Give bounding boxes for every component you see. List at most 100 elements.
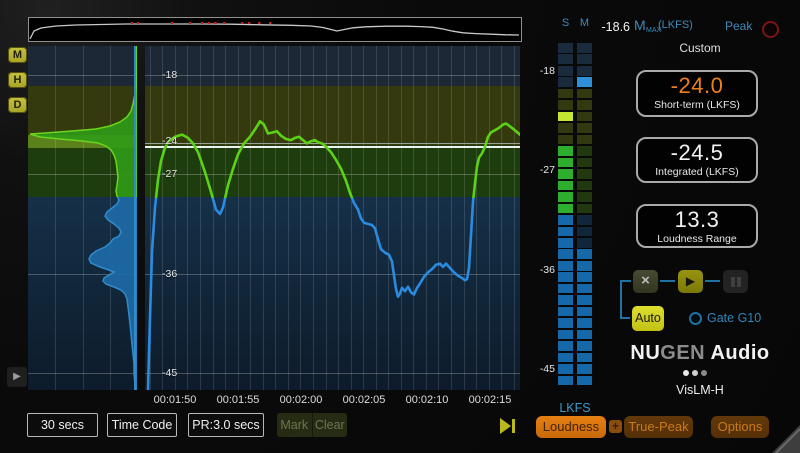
meter-segment	[558, 353, 573, 363]
meter-segment	[558, 376, 573, 386]
meter-segment	[558, 158, 573, 168]
tab-options[interactable]: Options	[711, 416, 769, 438]
over-target-marker	[269, 22, 271, 24]
meter-segment	[577, 318, 592, 328]
over-target-marker	[241, 22, 243, 24]
meter-segment	[577, 307, 592, 317]
integrated-value: -24.5	[638, 140, 756, 166]
momentary-max-symbol: M	[634, 17, 646, 33]
meter-scale-label: -18	[525, 65, 555, 77]
gate-radio[interactable]	[689, 312, 702, 325]
momentary-max-unit: (LKFS)	[658, 19, 693, 31]
page-dot-2	[692, 370, 698, 376]
pause-button[interactable]	[723, 270, 748, 293]
resize-grip[interactable]	[770, 423, 800, 453]
y-axis-label: -24	[162, 135, 177, 147]
meter-segment	[558, 135, 573, 145]
macro-button-h[interactable]: H	[8, 72, 27, 88]
pause-icon	[731, 277, 735, 287]
loudness-range-readout[interactable]: 13.3 Loudness Range	[636, 204, 758, 248]
loudness-histogram[interactable]	[28, 46, 137, 390]
x-axis-label: 00:02:05	[343, 394, 386, 406]
meter-segment	[577, 77, 592, 87]
tab-loudness[interactable]: Loudness	[536, 416, 606, 438]
momentary-max-value: -18.6	[594, 20, 630, 34]
timecode-button[interactable]: Time Code	[107, 413, 177, 437]
meter-segment	[577, 238, 592, 248]
meter-segment	[577, 295, 592, 305]
meter-segment	[558, 66, 573, 76]
integrated-readout[interactable]: -24.5 Integrated (LKFS)	[636, 137, 758, 183]
meter-segment	[577, 66, 592, 76]
loudness-graph[interactable]: -18-24-27-36-45	[145, 46, 520, 390]
meter-segment	[577, 112, 592, 122]
short-term-readout[interactable]: -24.0 Short-term (LKFS)	[636, 70, 758, 117]
peak-indicator-lamp[interactable]	[762, 21, 779, 38]
meter-segment	[577, 249, 592, 259]
meter-segment	[577, 353, 592, 363]
meter-segment	[577, 215, 592, 225]
y-axis-label: -18	[162, 69, 177, 81]
macro-button-m[interactable]: M	[8, 47, 27, 63]
history-play-button[interactable]: ▶	[7, 367, 27, 387]
skip-to-end-icon[interactable]	[500, 417, 518, 435]
meter-segment	[558, 89, 573, 99]
page-dot-1	[683, 370, 689, 376]
practical-range-button[interactable]: PR:3.0 secs	[188, 413, 264, 437]
meter-segment	[577, 192, 592, 202]
auto-button[interactable]: Auto	[632, 306, 664, 331]
meter-segment	[577, 364, 592, 374]
meter-segment	[577, 341, 592, 351]
x-axis-label: 00:02:10	[406, 394, 449, 406]
loudness-range-value: 13.3	[638, 207, 756, 233]
meter-segment	[558, 181, 573, 191]
meter-segment	[558, 307, 573, 317]
meter-unit-label: LKFS	[550, 401, 600, 415]
play-button[interactable]: ▶	[678, 270, 703, 293]
vislm-window: M H D -18-24-27-36-45 ▶ 00:01:5000:01:55…	[0, 0, 800, 453]
over-target-marker	[131, 22, 133, 24]
nugen-logo: NUGEN Audio	[630, 342, 770, 365]
y-axis-label: -36	[162, 268, 177, 280]
meter-segment	[577, 330, 592, 340]
meter-segment	[558, 77, 573, 87]
meter-segment	[558, 341, 573, 351]
overview-strip[interactable]	[28, 17, 522, 42]
preset-name[interactable]: Custom	[630, 41, 770, 55]
meter-segment	[558, 204, 573, 214]
meter-segment	[558, 249, 573, 259]
meter-segment	[558, 146, 573, 156]
meter-segment	[577, 135, 592, 145]
over-target-marker	[201, 22, 203, 24]
integrated-label: Integrated (LKFS)	[638, 166, 756, 179]
meter-segment	[558, 169, 573, 179]
meter-segment	[558, 261, 573, 271]
meter-segment	[558, 238, 573, 248]
meter-segment	[577, 146, 592, 156]
macro-button-d[interactable]: D	[8, 97, 27, 113]
meter-segment	[577, 43, 592, 53]
over-target-marker	[258, 22, 260, 24]
meter-scale-label: -36	[525, 264, 555, 276]
over-target-marker	[223, 22, 225, 24]
meter-segment	[558, 112, 573, 122]
meter-segment	[558, 215, 573, 225]
add-view-button[interactable]: +	[609, 420, 622, 433]
tab-true-peak[interactable]: True-Peak	[624, 416, 693, 438]
clear-button[interactable]: Clear	[313, 413, 348, 437]
meter-segment	[577, 204, 592, 214]
x-axis-label: 00:02:00	[280, 394, 323, 406]
meter-segment	[558, 54, 573, 64]
history-window-button[interactable]: 30 secs	[27, 413, 98, 437]
gate-label: Gate G10	[707, 311, 761, 325]
mark-button[interactable]: Mark	[277, 413, 312, 437]
meter-segment	[558, 272, 573, 282]
stop-icon: ×	[641, 272, 650, 289]
meter-segment	[558, 227, 573, 237]
product-name: VisLM-H	[630, 383, 770, 397]
over-target-marker	[171, 22, 173, 24]
over-target-marker	[208, 22, 210, 24]
meter-segment	[577, 100, 592, 110]
stop-button[interactable]: ×	[633, 270, 658, 293]
meter-scale-label: -27	[525, 164, 555, 176]
